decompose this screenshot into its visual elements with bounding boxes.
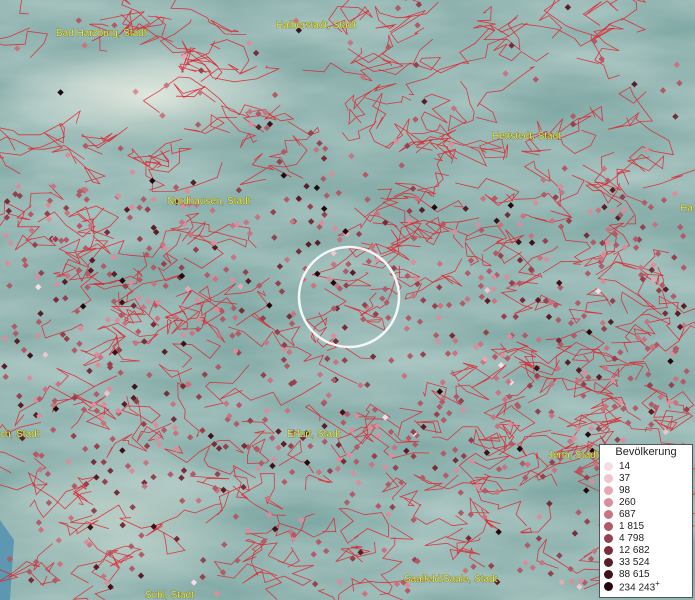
map-canvas[interactable]: Bad Harzburg, Stadt Halberstadt, Stadt H… [0,0,695,600]
legend-swatch-icon [604,581,613,591]
legend-swatch-icon [604,509,613,519]
legend-title: Bevölkerung [615,446,677,458]
legend-label: 33 524 [619,556,650,568]
legend: Bevölkerung 14 37 98 260 687 1 815 4 798 12 682… [599,444,693,598]
place-label: Hettstedt, Stadt [492,131,561,142]
legend-item: 234 243+ [600,578,692,594]
place-label: Ha [680,203,693,214]
legend-item: 687 [600,508,692,520]
legend-swatch-icon [604,557,613,567]
legend-item: 12 682 [600,544,692,556]
legend-item: 33 524 [600,556,692,568]
legend-label: 88 615 [619,568,650,580]
legend-label: 234 243+ [619,578,660,594]
light-plain-south [0,440,250,600]
legend-label: 260 [619,496,636,508]
place-label: Halberstadt, Stadt [276,20,356,31]
legend-swatch-icon [604,569,613,579]
legend-swatch-icon [604,497,613,507]
legend-item: 14 [600,460,692,472]
place-label: Suhl, Stadt [145,590,194,600]
legend-swatch-icon [604,521,613,531]
legend-label: 98 [619,484,631,496]
legend-swatch-icon [604,473,613,483]
legend-item: 260 [600,496,692,508]
legend-label: 4 798 [619,532,645,544]
place-label: Bad Harzburg, Stadt [56,28,147,39]
legend-item: 4 798 [600,532,692,544]
legend-item: 98 [600,484,692,496]
legend-label: 14 [619,460,631,472]
legend-swatch-icon [604,533,613,543]
legend-item: 1 815 [600,520,692,532]
place-label: Saalfeld/Saale, Stadt [404,574,498,585]
legend-item: 37 [600,472,692,484]
legend-swatch-icon [604,545,613,555]
legend-swatch-icon [604,461,613,471]
legend-items: 14 37 98 260 687 1 815 4 798 12 682 33 524 88 615… [600,460,692,594]
legend-label: 687 [619,508,636,520]
legend-label: 12 682 [619,544,650,556]
place-label: Erfurt, Stadt [287,429,341,440]
place-label: Nordhausen, Stadt [167,196,251,207]
legend-label: 1 815 [619,520,645,532]
legend-plus-mark: + [655,578,660,588]
place-label: ch, Stadt [0,429,40,440]
legend-label: 37 [619,472,631,484]
place-label: Jena, Stadt [548,450,599,461]
legend-swatch-icon [604,485,613,495]
